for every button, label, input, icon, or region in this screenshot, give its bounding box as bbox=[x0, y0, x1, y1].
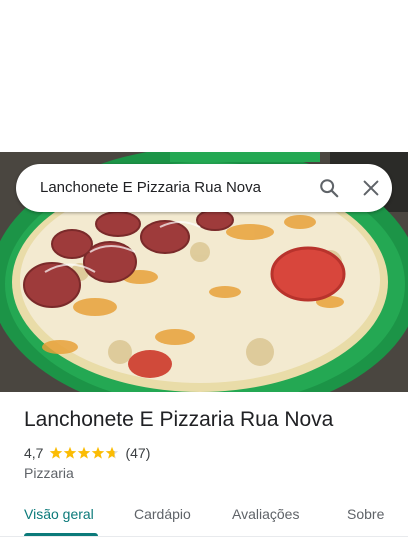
star-icon bbox=[106, 446, 119, 459]
rating-value: 4,7 bbox=[24, 445, 44, 461]
place-tabs: Visão geral Cardápio Avaliações Sobre bbox=[0, 496, 408, 544]
tab-reviews[interactable]: Avaliações bbox=[232, 506, 299, 522]
tabs-divider bbox=[0, 536, 408, 537]
tab-overview[interactable]: Visão geral bbox=[24, 506, 94, 522]
search-icon[interactable] bbox=[318, 177, 340, 199]
search-input[interactable]: Lanchonete E Pizzaria Rua Nova bbox=[40, 164, 261, 212]
search-bar[interactable]: Lanchonete E Pizzaria Rua Nova bbox=[16, 164, 392, 212]
review-count[interactable]: (47) bbox=[125, 445, 150, 461]
map-area[interactable] bbox=[0, 0, 408, 152]
place-category[interactable]: Pizzaria bbox=[24, 465, 74, 481]
star-icon bbox=[78, 446, 91, 459]
rating-row[interactable]: 4,7 (47) bbox=[24, 444, 150, 462]
star-icon bbox=[92, 446, 105, 459]
tab-about[interactable]: Sobre bbox=[347, 506, 384, 522]
place-title: Lanchonete E Pizzaria Rua Nova bbox=[24, 408, 334, 431]
rating-stars bbox=[49, 446, 119, 460]
star-icon bbox=[64, 446, 77, 459]
close-icon[interactable] bbox=[360, 177, 382, 199]
tab-menu[interactable]: Cardápio bbox=[134, 506, 191, 522]
star-icon bbox=[50, 446, 63, 459]
